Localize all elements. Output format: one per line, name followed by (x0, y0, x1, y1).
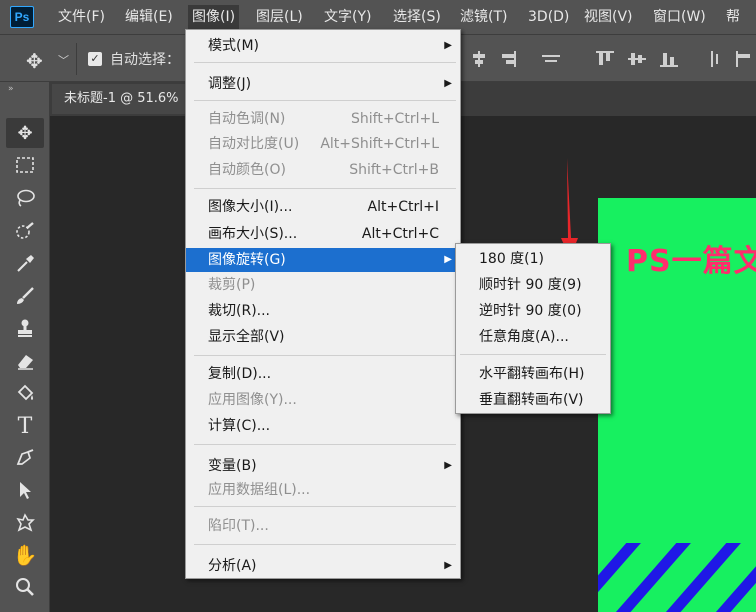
submenu-arrow-icon: ▶ (444, 460, 452, 471)
menu-item-apply-data-set[interactable]: 应用数据组(L)... (186, 478, 460, 502)
menu-item-rotate-90-ccw[interactable]: 逆时针 90 度(0) (456, 299, 610, 323)
menu-item-flip-vertical[interactable]: 垂直翻转画布(V) (456, 388, 610, 412)
canvas-stripes (598, 543, 756, 612)
menu-item-arbitrary-rotation[interactable]: 任意角度(A)... (456, 325, 610, 349)
menu-item-image-size[interactable]: 图像大小(I)... Alt+Ctrl+I (186, 195, 460, 219)
submenu-arrow-icon: ▶ (444, 560, 452, 571)
align-horizontal-center-icon[interactable] (470, 51, 488, 67)
move-tool-icon[interactable]: ✥ (6, 118, 44, 148)
align-top-icon[interactable] (596, 51, 614, 67)
menu-item-trap[interactable]: 陷印(T)... (186, 514, 460, 538)
menu-image[interactable]: 图像(I) (188, 5, 240, 29)
panel-collapse-icon[interactable]: » (8, 84, 14, 94)
distribute-vertical-icon[interactable] (704, 51, 722, 67)
auto-select-checkbox[interactable]: ✓ (88, 52, 102, 66)
image-rotation-submenu: 180 度(1) 顺时针 90 度(9) 逆时针 90 度(0) 任意角度(A)… (455, 243, 611, 414)
menu-filter[interactable]: 滤镜(T) (456, 0, 511, 34)
menu-item-auto-tone[interactable]: 自动色调(N) Shift+Ctrl+L (186, 107, 460, 131)
canvas-heading-text: PS一篇文 (626, 244, 756, 279)
marquee-tool-icon[interactable] (6, 150, 44, 180)
align-vertical-center-icon[interactable] (628, 51, 646, 67)
type-tool-icon[interactable]: T (6, 411, 44, 441)
menu-item-variables[interactable]: 变量(B) ▶ (186, 454, 460, 478)
menu-item-rotate-180[interactable]: 180 度(1) (456, 247, 610, 271)
photoshop-logo-icon: Ps (10, 6, 34, 28)
submenu-arrow-icon: ▶ (444, 78, 452, 89)
lasso-tool-icon[interactable] (6, 183, 44, 213)
menu-item-flip-horizontal[interactable]: 水平翻转画布(H) (456, 362, 610, 386)
chevron-down-icon[interactable]: ﹀ (58, 52, 69, 68)
menu-file[interactable]: 文件(F) (54, 0, 109, 34)
menu-item-auto-color[interactable]: 自动颜色(O) Shift+Ctrl+B (186, 158, 460, 182)
brush-tool-icon[interactable] (6, 281, 44, 311)
menu-help[interactable]: 帮助 (722, 0, 756, 59)
auto-select-label: 自动选择： (110, 52, 180, 68)
align-right-icon[interactable] (500, 51, 518, 67)
menu-item-image-rotation[interactable]: 图像旋转(G) ▶ (186, 248, 460, 272)
menu-window[interactable]: 窗口(W) (649, 0, 710, 34)
eyedropper-tool-icon[interactable] (6, 248, 44, 278)
shape-tool-icon[interactable] (6, 508, 44, 538)
stamp-tool-icon[interactable] (6, 313, 44, 343)
menu-item-auto-contrast[interactable]: 自动对比度(U) Alt+Shift+Ctrl+L (186, 132, 460, 156)
menu-item-crop[interactable]: 裁剪(P) (186, 273, 460, 297)
submenu-arrow-icon: ▶ (444, 254, 452, 265)
menu-view[interactable]: 视图(V) (580, 0, 637, 34)
menu-item-rotate-90-cw[interactable]: 顺时针 90 度(9) (456, 273, 610, 297)
menu-3d[interactable]: 3D(D) (524, 0, 573, 34)
menu-item-analysis[interactable]: 分析(A) ▶ (186, 554, 460, 578)
menu-item-mode[interactable]: 模式(M) ▶ (186, 34, 460, 58)
document-tab[interactable]: 未标题-1 @ 51.6% (52, 84, 192, 114)
menu-edit[interactable]: 编辑(E) (121, 0, 177, 34)
align-bottom-icon[interactable] (660, 51, 678, 67)
tools-panel: » ✥ T ✋ (0, 82, 50, 612)
menu-item-trim[interactable]: 裁切(R)... (186, 299, 460, 323)
divider (76, 43, 77, 75)
move-icon[interactable]: ✥ (26, 49, 43, 73)
distribute-icon[interactable] (542, 51, 560, 67)
menu-item-reveal-all[interactable]: 显示全部(V) (186, 325, 460, 349)
quick-select-tool-icon[interactable] (6, 216, 44, 246)
menu-item-duplicate[interactable]: 复制(D)... (186, 362, 460, 386)
menu-item-canvas-size[interactable]: 画布大小(S)... Alt+Ctrl+C (186, 222, 460, 246)
menu-item-adjustments[interactable]: 调整(J) ▶ (186, 72, 460, 96)
submenu-arrow-icon: ▶ (444, 40, 452, 51)
zoom-tool-icon[interactable] (6, 572, 44, 602)
image-menu-dropdown: 模式(M) ▶ 调整(J) ▶ 自动色调(N) Shift+Ctrl+L 自动对… (185, 29, 461, 579)
menu-item-calculations[interactable]: 计算(C)... (186, 414, 460, 438)
paint-bucket-tool-icon[interactable] (6, 378, 44, 408)
pen-tool-icon[interactable] (6, 443, 44, 473)
eraser-tool-icon[interactable] (6, 346, 44, 376)
align-left-icon[interactable] (736, 51, 754, 67)
hand-tool-icon[interactable]: ✋ (6, 540, 44, 570)
path-select-tool-icon[interactable] (6, 475, 44, 505)
menu-item-apply-image[interactable]: 应用图像(Y)... (186, 388, 460, 412)
